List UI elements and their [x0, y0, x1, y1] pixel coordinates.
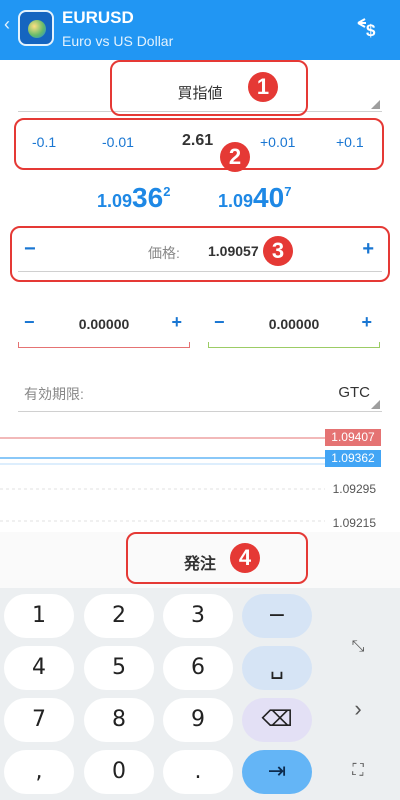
key-space[interactable]: ␣ [242, 646, 312, 690]
app-header: ‹ EURUSD Euro vs US Dollar $ [0, 0, 400, 60]
dropdown-corner-icon [371, 100, 380, 109]
key-9[interactable]: 9 [163, 698, 233, 742]
take-profit-underline [208, 342, 380, 348]
annotation-box-3 [10, 226, 390, 282]
bid-price-tag: 1.09362 [325, 450, 381, 467]
chart-level-label: 1.09215 [332, 516, 376, 530]
expiration-label: 有効期限: [24, 386, 84, 402]
key-6[interactable]: 6 [163, 646, 233, 690]
key-4[interactable]: 4 [4, 646, 74, 690]
expiration-select[interactable]: 有効期限: GTC [18, 378, 382, 412]
annotation-number-2: 2 [220, 142, 250, 172]
symbol-description: Euro vs US Dollar [62, 33, 174, 49]
ask-price-tag: 1.09407 [325, 429, 381, 446]
take-profit-field[interactable]: − 0.00000 + [208, 308, 380, 348]
ask-price-big: 40 [253, 182, 285, 213]
ask-price-small: 1.09 [218, 191, 254, 211]
key-next[interactable]: ⇥ [242, 750, 312, 794]
take-profit-value[interactable]: 0.00000 [208, 316, 380, 332]
collapse-keypad-icon[interactable]: ⤡ [345, 634, 371, 660]
ask-price: 1.09407 [218, 182, 291, 214]
bid-price: 1.09362 [97, 182, 170, 214]
annotation-number-4: 4 [230, 543, 260, 573]
stop-loss-value[interactable]: 0.00000 [18, 316, 190, 332]
key-delete[interactable]: ⌫ [242, 698, 312, 742]
key-0[interactable]: 0 [84, 750, 154, 794]
chevron-right-icon[interactable]: › [345, 696, 371, 722]
stop-loss-plus-button[interactable]: + [171, 312, 182, 333]
bid-price-big: 36 [132, 182, 164, 213]
price-chart: 1.09407 1.09362 1.09295 1.09215 [0, 424, 400, 532]
resize-icon[interactable]: ⛶ [345, 758, 371, 784]
stop-loss-field[interactable]: − 0.00000 + [18, 308, 190, 348]
bid-price-sup: 2 [163, 184, 171, 199]
key-minus[interactable]: − [242, 594, 312, 638]
chart-level-label: 1.09295 [332, 482, 376, 496]
annotation-box-4 [126, 532, 308, 584]
svg-text:$: $ [366, 21, 376, 40]
annotation-box-2 [14, 118, 384, 170]
expiration-value: GTC [338, 384, 370, 401]
annotation-box-1 [110, 60, 308, 116]
key-1[interactable]: 1 [4, 594, 74, 638]
key-3[interactable]: 3 [163, 594, 233, 638]
key-2[interactable]: 2 [84, 594, 154, 638]
key-period[interactable]: . [163, 750, 233, 794]
key-7[interactable]: 7 [4, 698, 74, 742]
take-profit-plus-button[interactable]: + [361, 312, 372, 333]
annotation-number-1: 1 [248, 72, 278, 102]
annotation-number-3: 3 [263, 236, 293, 266]
app-logo-icon[interactable] [18, 10, 54, 46]
symbol-title: EURUSD [62, 8, 134, 27]
back-icon[interactable]: ‹ [4, 14, 10, 35]
trade-dollar-svg: $ [357, 18, 376, 40]
key-comma[interactable]: , [4, 750, 74, 794]
bid-price-small: 1.09 [97, 191, 133, 211]
trade-dollar-icon[interactable]: $ [356, 15, 382, 47]
ask-price-sup: 7 [284, 184, 292, 199]
key-8[interactable]: 8 [84, 698, 154, 742]
key-5[interactable]: 5 [84, 646, 154, 690]
dropdown-corner-icon [371, 400, 380, 409]
stop-loss-underline [18, 342, 190, 348]
